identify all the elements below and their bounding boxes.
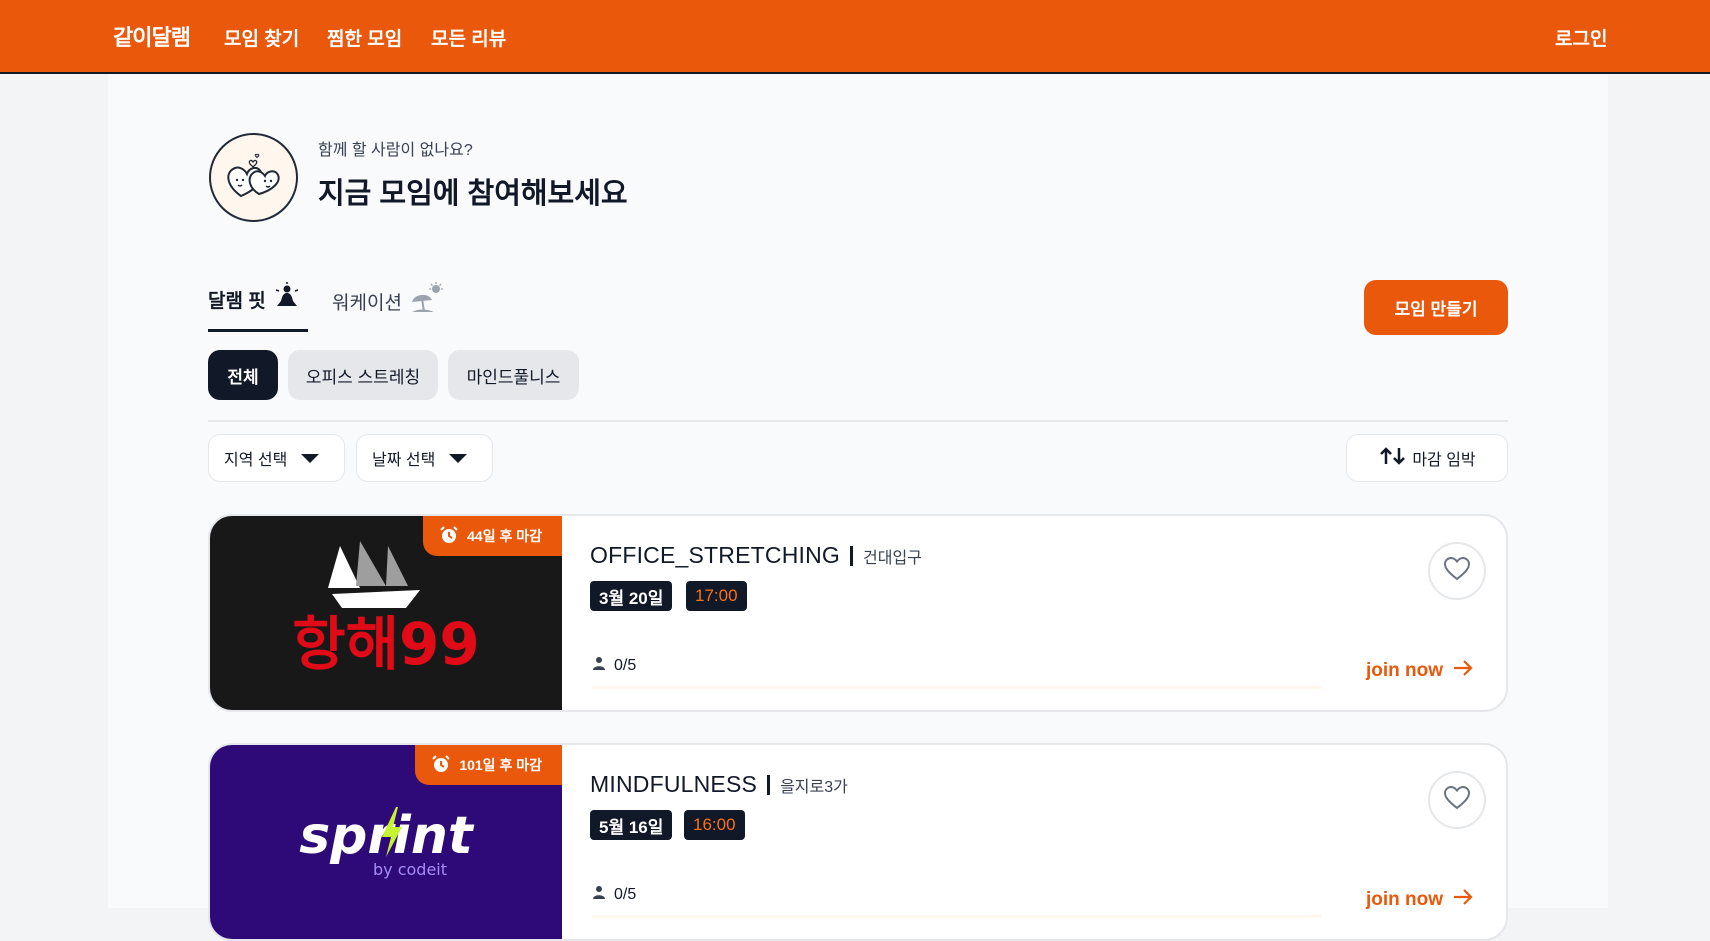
tab-workation[interactable]: 워케이션	[332, 282, 444, 320]
region-select[interactable]: 지역 선택	[208, 434, 345, 482]
deadline-text: 44일 후 마감	[467, 528, 542, 544]
divider	[208, 420, 1508, 422]
deadline-badge: 101일 후 마감	[415, 745, 562, 785]
hero-subtitle: 함께 할 사람이 없나요?	[318, 142, 473, 159]
separator	[767, 774, 771, 795]
chip-all[interactable]: 전체	[208, 350, 278, 400]
date-badge: 5월 16일	[590, 810, 673, 840]
card-header: MINDFULNESS 을지로3가	[590, 771, 848, 798]
sort-button[interactable]: 마감 임박	[1346, 434, 1508, 482]
meetup-title: OFFICE_STRETCHING	[590, 542, 841, 568]
chevron-down-icon	[301, 453, 320, 463]
active-tab-underline	[208, 329, 308, 332]
meetup-location: 을지로3가	[780, 778, 848, 796]
arrow-right-icon	[1453, 888, 1473, 912]
tab-label: 워케이션	[332, 292, 402, 314]
create-meetup-button[interactable]: 모임 만들기	[1364, 280, 1508, 335]
alarm-clock-icon	[439, 525, 459, 548]
meetup-location: 건대입구	[863, 549, 922, 567]
participant-text: 0/5	[614, 656, 637, 674]
time-badge: 16:00	[684, 810, 745, 840]
person-icon	[592, 885, 606, 904]
alarm-clock-icon	[431, 754, 451, 777]
logo-subtext: by codeit	[373, 860, 447, 879]
hero-hearts-icon	[209, 133, 298, 222]
participant-count: 0/5	[592, 656, 636, 675]
participant-count: 0/5	[592, 885, 636, 904]
region-select-label: 지역 선택	[224, 452, 288, 469]
chevron-down-icon	[449, 453, 468, 463]
beach-umbrella-icon	[410, 282, 444, 320]
meetup-card[interactable]: 항해99 44일 후 마감 OFFICE_STRETCHING 건대입구 3월 …	[208, 514, 1508, 712]
join-now-link[interactable]: join now	[1366, 888, 1473, 912]
join-label: join now	[1366, 660, 1444, 681]
logo-text: 항해99	[292, 610, 479, 678]
chip-office-stretching[interactable]: 오피스 스트레칭	[288, 350, 438, 400]
date-badge: 3월 20일	[590, 581, 673, 611]
participant-progress-bar	[592, 915, 1322, 918]
top-nav: 같이달램 모임 찾기 찜한 모임 모든 리뷰 로그인	[0, 0, 1710, 74]
nav-all-reviews[interactable]: 모든 리뷰	[431, 24, 506, 51]
page-title: 지금 모임에 참여해보세요	[318, 178, 628, 210]
time-badge: 17:00	[686, 581, 747, 611]
sort-label: 마감 임박	[1412, 452, 1476, 469]
deadline-text: 101일 후 마감	[459, 757, 542, 773]
favorite-button[interactable]	[1428, 542, 1486, 600]
favorite-button[interactable]	[1428, 771, 1486, 829]
card-header: OFFICE_STRETCHING 건대입구	[590, 542, 922, 569]
participant-text: 0/5	[614, 885, 637, 903]
meetup-image: sprint by codeit 101일 후 마감	[210, 745, 562, 939]
arrow-right-icon	[1453, 659, 1473, 683]
meditation-icon	[274, 282, 300, 316]
heart-icon	[1443, 785, 1471, 815]
date-select-label: 날짜 선택	[372, 452, 436, 469]
tab-label: 달램 핏	[208, 290, 266, 312]
sort-arrows-icon	[1378, 446, 1408, 471]
meetup-title: MINDFULNESS	[590, 771, 758, 797]
join-now-link[interactable]: join now	[1366, 659, 1473, 683]
heart-icon	[1443, 556, 1471, 586]
separator	[850, 545, 854, 566]
tab-dallaem-fit[interactable]: 달램 핏	[208, 282, 300, 316]
chip-mindfulness[interactable]: 마인드풀니스	[448, 350, 579, 400]
nav-saved-meetups[interactable]: 찜한 모임	[327, 24, 402, 51]
meetup-image: 항해99 44일 후 마감	[210, 516, 562, 710]
participant-progress-bar	[592, 686, 1322, 689]
person-icon	[592, 656, 606, 675]
login-link[interactable]: 로그인	[1555, 24, 1607, 51]
date-select[interactable]: 날짜 선택	[356, 434, 493, 482]
meetup-card[interactable]: sprint by codeit 101일 후 마감 MINDFULNESS 을…	[208, 743, 1508, 941]
brand-logo[interactable]: 같이달램	[113, 20, 191, 52]
deadline-badge: 44일 후 마감	[423, 516, 562, 556]
nav-find-meetups[interactable]: 모임 찾기	[224, 24, 299, 51]
